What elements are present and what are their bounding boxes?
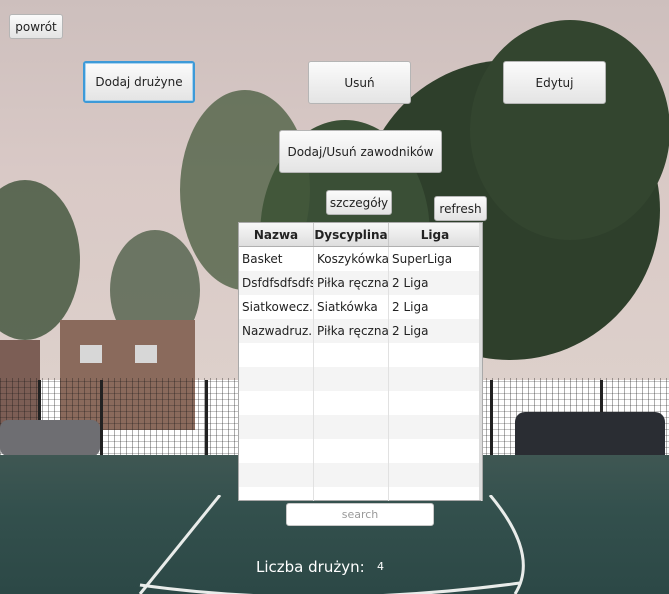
search-input[interactable] (286, 503, 434, 526)
manage-players-button[interactable]: Dodaj/Usuń zawodników (279, 130, 442, 173)
add-team-button[interactable]: Dodaj drużyne (83, 61, 195, 103)
cell-name: Basket (239, 247, 314, 271)
empty-row (239, 439, 482, 463)
table-body: Basket Koszykówka SuperLiga Dsfdfsdfsdfs… (239, 247, 482, 501)
empty-row (239, 415, 482, 439)
column-header-league[interactable]: Liga (389, 223, 482, 246)
cell-league: SuperLiga (389, 247, 482, 271)
teams-table[interactable]: Nazwa Dyscyplina Liga Basket Koszykówka … (238, 222, 483, 501)
table-row[interactable]: Basket Koszykówka SuperLiga (239, 247, 482, 271)
cell-name: Nazwadruz... (239, 319, 314, 343)
cell-discipline: Piłka ręczna (314, 319, 389, 343)
delete-button[interactable]: Usuń (308, 61, 411, 104)
cell-name: Dsfdfsdfsdfs (239, 271, 314, 295)
cell-league: 2 Liga (389, 271, 482, 295)
edit-button[interactable]: Edytuj (503, 61, 606, 104)
cell-league: 2 Liga (389, 319, 482, 343)
cell-discipline: Piłka ręczna (314, 271, 389, 295)
table-scrollbar[interactable] (479, 223, 482, 500)
empty-row (239, 463, 482, 487)
table-row[interactable]: Nazwadruz... Piłka ręczna 2 Liga (239, 319, 482, 343)
column-header-name[interactable]: Nazwa (239, 223, 314, 246)
cell-name: Siatkowecz... (239, 295, 314, 319)
cell-league: 2 Liga (389, 295, 482, 319)
empty-row (239, 487, 482, 501)
refresh-button[interactable]: refresh (434, 196, 487, 221)
cell-discipline: Koszykówka (314, 247, 389, 271)
table-header: Nazwa Dyscyplina Liga (239, 223, 482, 247)
table-row[interactable]: Dsfdfsdfsdfs Piłka ręczna 2 Liga (239, 271, 482, 295)
team-count-label: Liczba drużyn: (256, 558, 365, 576)
empty-row (239, 391, 482, 415)
team-count-value: 4 (377, 560, 384, 573)
table-row[interactable]: Siatkowecz... Siatkówka 2 Liga (239, 295, 482, 319)
details-button[interactable]: szczegóły (326, 190, 392, 215)
cell-discipline: Siatkówka (314, 295, 389, 319)
empty-row (239, 343, 482, 367)
column-header-discipline[interactable]: Dyscyplina (314, 223, 389, 246)
empty-row (239, 367, 482, 391)
back-button[interactable]: powrót (9, 14, 63, 39)
